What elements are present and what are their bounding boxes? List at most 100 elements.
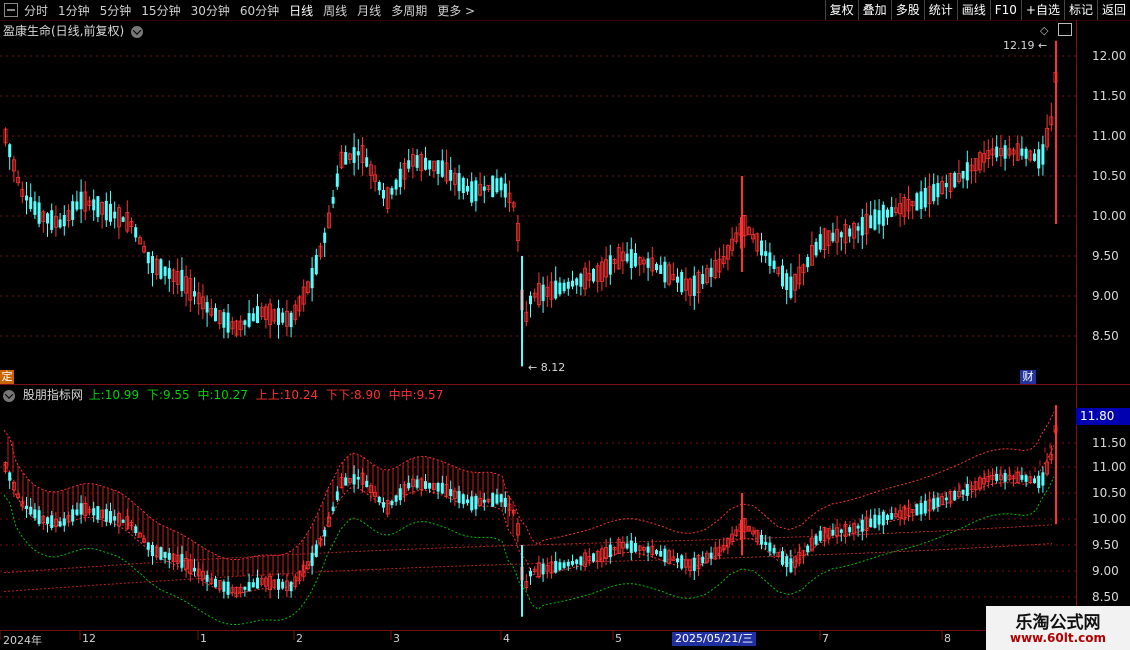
current-price-box: 11.80 <box>1076 408 1130 425</box>
candle-body <box>256 306 259 323</box>
candle-body <box>470 496 474 511</box>
candle-body <box>1033 153 1036 161</box>
candle-body <box>277 578 280 590</box>
main-chart-title[interactable]: 盈康生命(日线,前复权) <box>3 22 147 39</box>
candle-body <box>310 552 314 566</box>
candle-body <box>491 492 495 507</box>
candle-body <box>676 276 679 283</box>
candle-body <box>323 232 327 243</box>
main-y-tick: 11.50 <box>1092 89 1127 103</box>
candle-body <box>180 554 184 568</box>
window-icon[interactable] <box>1058 23 1072 36</box>
candle-body <box>314 255 318 275</box>
candle-body <box>243 320 247 325</box>
candle-body <box>344 152 348 165</box>
indicator-header[interactable]: 股朋指标网 上:10.99 下:9.55 中:10.27 上上:10.24 下下… <box>3 386 443 403</box>
candle-body <box>680 272 684 293</box>
candle-body <box>193 567 196 572</box>
candle-body <box>814 535 818 545</box>
chevron-down-icon[interactable] <box>3 389 15 402</box>
candle-body <box>785 273 789 290</box>
candle-body <box>352 474 356 485</box>
candle-body <box>571 561 574 565</box>
chevron-down-icon[interactable] <box>131 25 144 38</box>
candle-body <box>29 506 33 515</box>
candle-body <box>394 179 398 190</box>
main-y-tick: 10.00 <box>1092 209 1127 223</box>
candle-body <box>331 196 335 204</box>
lock-marker[interactable]: 定 <box>0 370 14 384</box>
candle-body <box>159 259 163 279</box>
indicator-bands <box>3 411 1056 625</box>
candle-body <box>109 203 112 222</box>
diamond-icon[interactable]: ◇ <box>1040 24 1048 37</box>
candle-body <box>877 515 881 525</box>
x-tick: 3 <box>393 632 400 645</box>
candle-body <box>503 497 507 507</box>
candle-body <box>646 546 650 553</box>
candle-body <box>646 258 650 268</box>
candle-body <box>608 255 612 275</box>
candle-body <box>344 477 348 486</box>
candle-body <box>46 213 49 224</box>
candle-body <box>915 504 919 516</box>
x-tick: 12 <box>82 632 96 645</box>
panel-divider[interactable] <box>0 384 1130 385</box>
candle-body <box>382 189 385 199</box>
candle-body <box>277 308 280 325</box>
candle-body <box>58 521 62 527</box>
candle-body <box>428 160 432 170</box>
candle-body <box>37 510 41 525</box>
y-axis-line <box>1076 20 1077 632</box>
candle-body <box>932 184 936 202</box>
candle-body <box>113 211 117 219</box>
candle-body <box>151 256 154 274</box>
candle-body <box>449 489 453 497</box>
candle-body <box>251 582 255 588</box>
candle-body <box>760 534 763 545</box>
candle-body <box>382 502 385 508</box>
ind-y-tick: 11.00 <box>1092 460 1127 474</box>
x-tick: 7 <box>822 632 829 645</box>
x-tick: 1 <box>200 632 207 645</box>
candle-body <box>772 260 776 269</box>
candle-body <box>676 558 679 563</box>
candle-body <box>335 491 339 500</box>
ind-up-value: 10.99 <box>104 388 140 402</box>
candle-body <box>214 307 217 322</box>
candle-body <box>499 494 503 503</box>
candle-body <box>390 188 394 195</box>
candle-body <box>562 562 566 568</box>
candle-body <box>558 562 562 570</box>
candle-body <box>789 276 793 298</box>
candle-body <box>579 556 583 565</box>
ind-y-tick: 9.50 <box>1092 538 1119 552</box>
candle-body <box>608 544 612 558</box>
ind-downdown-label: 下下: <box>325 388 355 402</box>
finance-marker[interactable]: 财 <box>1020 370 1036 384</box>
candle-body <box>566 281 570 289</box>
candle-body <box>764 541 768 546</box>
main-y-tick: 12.00 <box>1092 49 1127 63</box>
candle-body <box>768 252 772 266</box>
stock-title: 盈康生命(日线,前复权) <box>3 24 125 38</box>
x-tick: 4 <box>503 632 510 645</box>
candle-body <box>146 542 150 550</box>
candle-body <box>995 473 999 481</box>
candle-body <box>243 586 247 590</box>
candle-body <box>831 529 835 536</box>
candle-body <box>848 228 852 237</box>
candle-body <box>226 312 230 333</box>
candle-body <box>50 210 54 230</box>
main-y-tick: 9.00 <box>1092 289 1119 303</box>
candle-body <box>415 479 419 488</box>
candle-body <box>789 558 793 573</box>
kline-chart[interactable] <box>0 0 1130 650</box>
candle-body <box>62 518 66 526</box>
candle-body <box>1041 144 1045 165</box>
main-y-tick: 9.50 <box>1092 249 1119 263</box>
candle-body <box>629 540 633 553</box>
candle-body <box>121 217 125 222</box>
ind-y-tick: 10.00 <box>1092 512 1127 526</box>
candle-body <box>839 529 843 533</box>
